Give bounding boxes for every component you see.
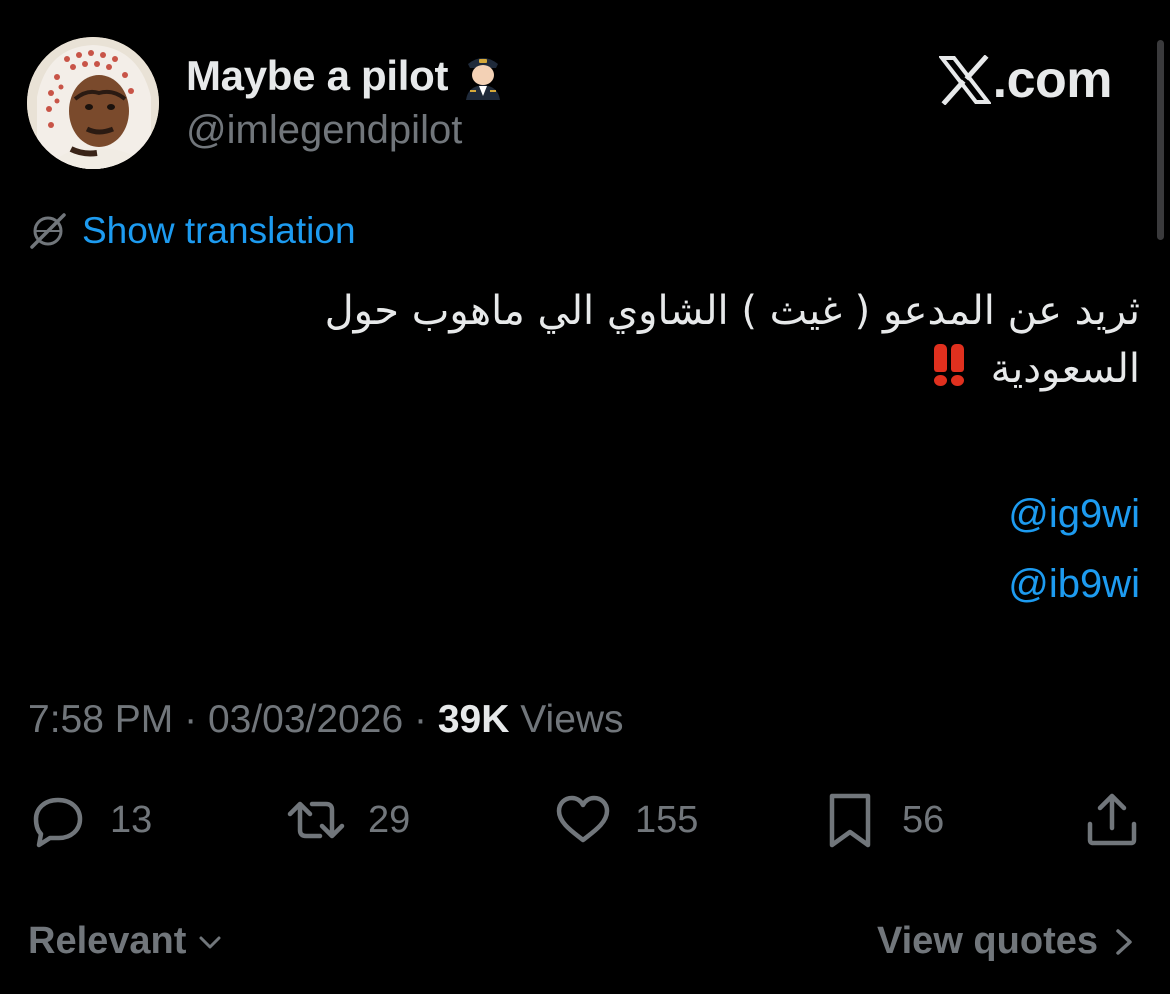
author-handle[interactable]: @imlegendpilot <box>186 108 462 153</box>
show-translation-label[interactable]: Show translation <box>82 210 356 252</box>
tweet-text-line-2-words: السعودية <box>990 346 1140 392</box>
tweet-date[interactable]: 03/03/2026 <box>208 698 403 741</box>
tweet-time[interactable]: 7:58 PM <box>28 698 173 741</box>
mention-link-1[interactable]: @ig9wi <box>1008 492 1140 537</box>
view-quotes-label: View quotes <box>876 920 1098 962</box>
chevron-down-icon <box>199 936 221 948</box>
globe-icon <box>30 213 66 249</box>
reply-button[interactable]: 13 <box>28 790 152 850</box>
reply-icon <box>33 797 83 848</box>
share-button[interactable] <box>1082 790 1142 850</box>
repost-icon <box>287 801 345 839</box>
site-domain-label: .com <box>992 51 1113 109</box>
reply-count: 13 <box>110 798 153 841</box>
author-display-name[interactable]: Maybe a pilot <box>186 52 448 100</box>
show-translation-button[interactable]: Show translation <box>28 210 356 252</box>
chevron-right-icon <box>1116 928 1132 955</box>
scrollbar[interactable] <box>1157 40 1164 240</box>
site-logo: .com <box>938 50 1113 110</box>
bookmark-count: 56 <box>902 798 945 841</box>
action-bar: 13 29 155 56 <box>0 790 1170 860</box>
repost-button[interactable]: 29 <box>286 790 410 850</box>
x-logo-icon <box>938 55 991 105</box>
tweet-screenshot: Maybe a pilot @imlegendpilot .com Show t… <box>0 0 1170 994</box>
meta-separator: · <box>413 698 427 741</box>
tweet-text: ثريد عن المدعو ( غيث ) الشاوي الي ماهوب … <box>40 282 1140 398</box>
sort-dropdown[interactable]: Relevant <box>28 920 224 963</box>
bookmark-icon <box>829 793 871 848</box>
view-quotes-link[interactable]: View quotes <box>877 920 1136 963</box>
sort-label: Relevant <box>28 920 187 962</box>
views-label: Views <box>520 698 624 741</box>
repost-count: 29 <box>368 798 411 841</box>
user-avatar-photo <box>27 37 159 169</box>
bookmark-button[interactable]: 56 <box>820 790 944 850</box>
like-count: 155 <box>635 798 699 841</box>
like-button[interactable]: 155 <box>553 790 698 850</box>
tweet-text-line-1: ثريد عن المدعو ( غيث ) الشاوي الي ماهوب … <box>324 288 1140 334</box>
pilot-emoji-icon <box>466 58 501 100</box>
author-name-row[interactable]: Maybe a pilot <box>186 52 504 100</box>
double-exclamation-icon <box>933 344 964 386</box>
heart-icon <box>556 795 610 843</box>
views-count[interactable]: 39K <box>438 698 510 741</box>
tweet-meta: 7:58 PM · 03/03/2026 · 39K Views <box>28 698 624 742</box>
tweet-text-line-2: السعودية <box>40 340 1140 398</box>
meta-separator: · <box>184 698 198 741</box>
mention-link-2[interactable]: @ib9wi <box>1008 562 1140 607</box>
avatar[interactable] <box>27 37 159 169</box>
share-icon <box>1087 793 1137 846</box>
